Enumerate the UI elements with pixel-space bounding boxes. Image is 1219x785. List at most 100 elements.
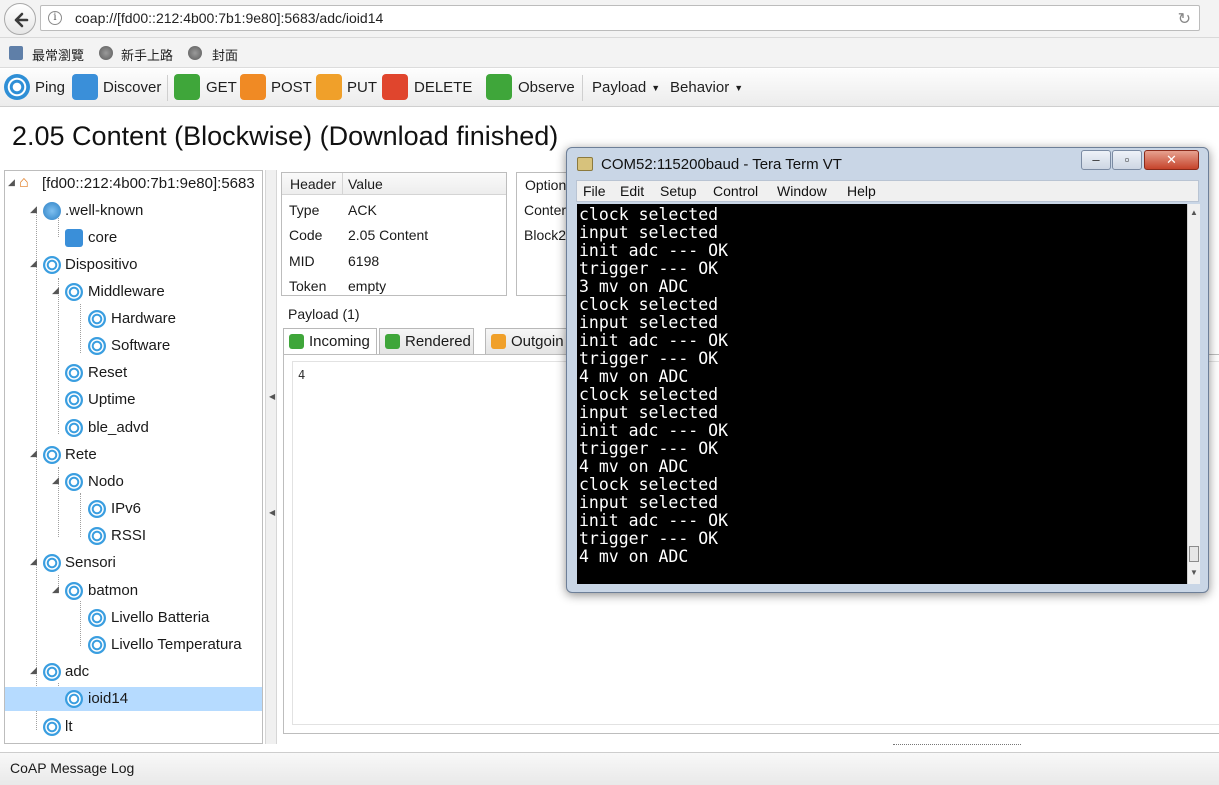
collapse-left-icon[interactable]: ◀ <box>269 508 275 517</box>
bookmark-getting-started[interactable]: 新手上路 <box>121 45 173 64</box>
tree-item-label: core <box>88 229 118 246</box>
get-button[interactable]: GET <box>174 73 237 103</box>
scroll-up-icon[interactable]: ▲ <box>1190 208 1198 217</box>
tree-item-dispositivo[interactable]: ◢ Dispositivo <box>5 253 262 277</box>
tree-item-root[interactable]: ◢ ⌂ [fd00::212:4b00:7b1:9e80]:5683 <box>5 172 262 196</box>
scroll-thumb[interactable] <box>1189 546 1199 562</box>
menu-setup[interactable]: Setup <box>660 183 697 199</box>
tree-expander[interactable]: ◢ <box>30 258 37 269</box>
terminal-line: clock selected <box>579 385 719 404</box>
back-arrow-icon <box>14 12 29 28</box>
bookmark-most-visited[interactable]: 最常瀏覽 <box>32 45 84 64</box>
tree-item-software[interactable]: Software <box>5 334 262 358</box>
tree-item-uptime[interactable]: Uptime <box>5 388 262 412</box>
column-header-option[interactable]: Option <box>525 177 566 193</box>
behavior-menu-text: Behavior <box>670 79 730 96</box>
resource-icon <box>88 310 106 328</box>
toolbar-separator <box>167 75 168 101</box>
observe-button[interactable]: Observe <box>486 73 578 103</box>
response-status: 2.05 Content (Blockwise) (Download finis… <box>12 121 559 151</box>
terminal-scrollbar[interactable]: ▲ ▼ <box>1187 204 1200 584</box>
tree-item-batmon[interactable]: ◢ batmon <box>5 579 262 603</box>
tree-item-sensori[interactable]: ◢ Sensori <box>5 551 262 575</box>
tree-expander[interactable]: ◢ <box>52 584 59 595</box>
menu-file[interactable]: File <box>583 183 606 199</box>
terminal-console[interactable]: clock selected input selected init adc -… <box>577 204 1187 584</box>
reload-icon[interactable]: ↻ <box>1178 9 1191 29</box>
post-button[interactable]: POST <box>240 73 312 103</box>
tree-item-core[interactable]: core <box>5 226 262 250</box>
tree-item-label: Livello Batteria <box>111 609 210 626</box>
teraterm-app-icon <box>577 157 593 171</box>
column-header-value[interactable]: Value <box>348 176 383 192</box>
terminal-line: trigger --- OK <box>579 529 719 548</box>
payload-menu-button[interactable]: Payload ▼ <box>592 73 662 103</box>
terminal-line: init adc --- OK <box>579 241 729 260</box>
tree-item-well-known[interactable]: ◢ .well-known <box>5 199 262 223</box>
address-bar[interactable]: i coap://[fd00::212:4b00:7b1:9e80]:5683/… <box>40 5 1200 31</box>
tab-outgoing[interactable]: Outgoin <box>485 328 575 354</box>
tree-item-livello-batteria[interactable]: Livello Batteria <box>5 606 262 630</box>
close-button[interactable]: ✕ <box>1144 150 1199 170</box>
back-button[interactable] <box>4 3 36 35</box>
menu-help[interactable]: Help <box>847 183 876 199</box>
tree-item-lt[interactable]: lt <box>5 715 262 739</box>
tree-expander[interactable]: ◢ <box>52 475 59 486</box>
maximize-button[interactable]: ▫ <box>1112 150 1142 170</box>
tab-label: Outgoin <box>511 333 564 350</box>
behavior-menu-button[interactable]: Behavior ▼ <box>670 73 746 103</box>
tree-item-label: Middleware <box>88 283 165 300</box>
tree-item-rete[interactable]: ◢ Rete <box>5 443 262 467</box>
menu-control[interactable]: Control <box>713 183 758 199</box>
tree-expander[interactable]: ◢ <box>30 204 37 215</box>
tree-expander[interactable]: ◢ <box>8 177 15 188</box>
resource-tree: ◢ ⌂ [fd00::212:4b00:7b1:9e80]:5683 ◢ .we… <box>4 170 263 744</box>
collapse-left-icon[interactable]: ◀ <box>269 392 275 401</box>
menu-edit[interactable]: Edit <box>620 183 644 199</box>
resource-icon <box>43 256 61 274</box>
put-button[interactable]: PUT <box>316 73 377 103</box>
tree-expander[interactable]: ◢ <box>52 285 59 296</box>
message-log-bar[interactable]: CoAP Message Log <box>0 752 1219 785</box>
tree-item-middleware[interactable]: ◢ Middleware <box>5 280 262 304</box>
payload-content: 4 <box>298 368 306 382</box>
terminal-line: 4 mv on ADC <box>579 367 689 386</box>
maximize-icon: ▫ <box>1124 152 1130 167</box>
get-arrow-icon <box>174 74 200 100</box>
delete-button[interactable]: DELETE <box>382 73 472 103</box>
tab-incoming[interactable]: Incoming <box>283 328 377 355</box>
tree-item-ipv6[interactable]: IPv6 <box>5 497 262 521</box>
log-splitter[interactable] <box>893 744 1021 750</box>
tree-item-nodo[interactable]: ◢ Nodo <box>5 470 262 494</box>
tree-expander[interactable]: ◢ <box>30 556 37 567</box>
menu-window[interactable]: Window <box>777 183 827 199</box>
bookmark-cover[interactable]: 封面 <box>212 45 238 64</box>
resource-icon <box>65 283 83 301</box>
panel-splitter[interactable]: ◀ ◀ <box>265 170 277 744</box>
tree-item-reset[interactable]: Reset <box>5 361 262 385</box>
discover-button[interactable]: Discover <box>72 73 164 103</box>
tree-item-rssi[interactable]: RSSI <box>5 524 262 548</box>
ping-button[interactable]: Ping <box>4 73 66 103</box>
tree-item-ioid14[interactable]: ioid14 <box>5 687 262 711</box>
column-header-header[interactable]: Header <box>290 176 336 192</box>
tree-expander[interactable]: ◢ <box>30 448 37 459</box>
behavior-menu-label: Behavior ▼ <box>670 79 743 96</box>
tree-item-ble-advd[interactable]: ble_advd <box>5 416 262 440</box>
tab-label: Rendered <box>405 333 471 350</box>
site-info-icon[interactable]: i <box>48 11 62 25</box>
scroll-down-icon[interactable]: ▼ <box>1190 568 1198 577</box>
resource-icon <box>65 582 83 600</box>
tree-item-livello-temperatura[interactable]: Livello Temperatura <box>5 633 262 657</box>
minimize-button[interactable]: ‒ <box>1081 150 1111 170</box>
tree-item-hardware[interactable]: Hardware <box>5 307 262 331</box>
resource-icon <box>88 527 106 545</box>
tree-expander[interactable]: ◢ <box>30 665 37 676</box>
discover-label: Discover <box>103 79 162 96</box>
tree-item-label: [fd00::212:4b00:7b1:9e80]:5683 <box>42 175 255 192</box>
bookmarks-bar: 最常瀏覽 新手上路 封面 <box>0 38 1219 68</box>
tree-item-label: .well-known <box>65 202 144 219</box>
tree-item-adc[interactable]: ◢ adc <box>5 660 262 684</box>
tab-rendered[interactable]: Rendered <box>379 328 474 354</box>
teraterm-window[interactable]: COM52:115200baud - Tera Term VT ‒ ▫ ✕ Fi… <box>566 147 1209 593</box>
